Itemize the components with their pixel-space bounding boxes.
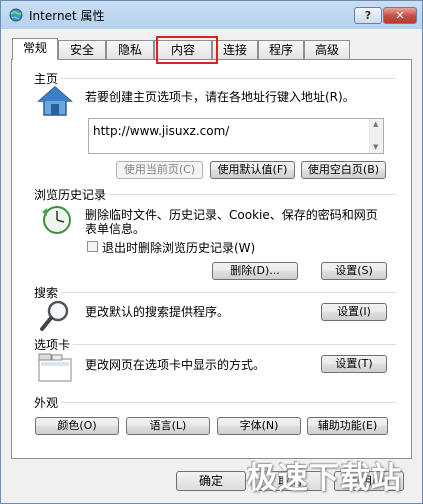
use-current-button[interactable]: 使用当前页(C) bbox=[116, 161, 203, 179]
delete-on-exit-checkbox[interactable] bbox=[87, 241, 98, 252]
tab-privacy[interactable]: 隐私 bbox=[106, 40, 154, 59]
use-default-button[interactable]: 使用默认值(F) bbox=[210, 161, 295, 179]
scroll-up-icon: ▲ bbox=[373, 120, 379, 128]
home-divider bbox=[61, 78, 396, 79]
home-description: 若要创建主页选项卡，请在各地址行键入地址(R)。 bbox=[85, 90, 355, 104]
help-button[interactable]: ? bbox=[354, 7, 382, 24]
tabs-window-icon bbox=[38, 353, 72, 382]
tab-advanced[interactable]: 高级 bbox=[304, 40, 350, 59]
window-title: Internet 属性 bbox=[29, 9, 105, 23]
close-button[interactable]: ✕ bbox=[383, 7, 417, 24]
search-settings-button[interactable]: 设置(I) bbox=[321, 303, 387, 321]
internet-properties-window: Internet 属性 ? ✕ 常规 安全 隐私 内容 连接 程序 高级 主页 … bbox=[0, 0, 423, 504]
delete-history-button[interactable]: 删除(D)... bbox=[212, 262, 298, 280]
tabs-settings-button[interactable]: 设置(T) bbox=[321, 355, 387, 373]
site-watermark: 极速下载站 bbox=[247, 461, 402, 496]
fonts-button[interactable]: 字体(N) bbox=[217, 417, 301, 435]
languages-button[interactable]: 语言(L) bbox=[126, 417, 210, 435]
delete-on-exit-label[interactable]: 退出时删除浏览历史记录(W) bbox=[102, 239, 255, 256]
title-bar[interactable]: Internet 属性 ? ✕ bbox=[1, 1, 422, 29]
url-scrollbar[interactable]: ▲ ▼ bbox=[369, 119, 383, 153]
search-magnifier-icon bbox=[40, 300, 69, 331]
home-url-text: http://www.jisuxz.com/ bbox=[93, 124, 230, 138]
tab-general[interactable]: 常规 bbox=[12, 38, 58, 60]
history-divider bbox=[109, 194, 396, 195]
tabs-heading: 选项卡 bbox=[34, 338, 71, 352]
tab-programs[interactable]: 程序 bbox=[258, 40, 304, 59]
tabs-divider bbox=[73, 344, 396, 345]
use-blank-button[interactable]: 使用空白页(B) bbox=[301, 161, 386, 179]
accessibility-button[interactable]: 辅助功能(E) bbox=[307, 417, 388, 435]
appearance-heading: 外观 bbox=[34, 396, 59, 410]
scroll-down-icon: ▼ bbox=[373, 143, 379, 151]
tab-security[interactable]: 安全 bbox=[58, 40, 106, 59]
history-settings-button[interactable]: 设置(S) bbox=[321, 262, 387, 280]
colors-button[interactable]: 颜色(O) bbox=[35, 417, 119, 435]
history-heading: 浏览历史记录 bbox=[34, 188, 107, 202]
tab-connections[interactable]: 连接 bbox=[212, 40, 258, 59]
search-description: 更改默认的搜索提供程序。 bbox=[85, 305, 230, 319]
history-description-line2: 表单信息。 bbox=[85, 222, 146, 236]
internet-globe-icon bbox=[9, 8, 23, 22]
appearance-divider bbox=[61, 402, 396, 403]
home-url-textarea[interactable]: http://www.jisuxz.com/ ▲ ▼ bbox=[88, 118, 384, 154]
search-divider bbox=[61, 292, 396, 293]
ok-button[interactable]: 确定 bbox=[176, 471, 246, 491]
history-clock-icon bbox=[42, 206, 71, 234]
highlight-box bbox=[156, 36, 218, 64]
home-icon bbox=[37, 86, 73, 116]
tabs-description: 更改网页在选项卡中显示的方式。 bbox=[85, 358, 266, 372]
